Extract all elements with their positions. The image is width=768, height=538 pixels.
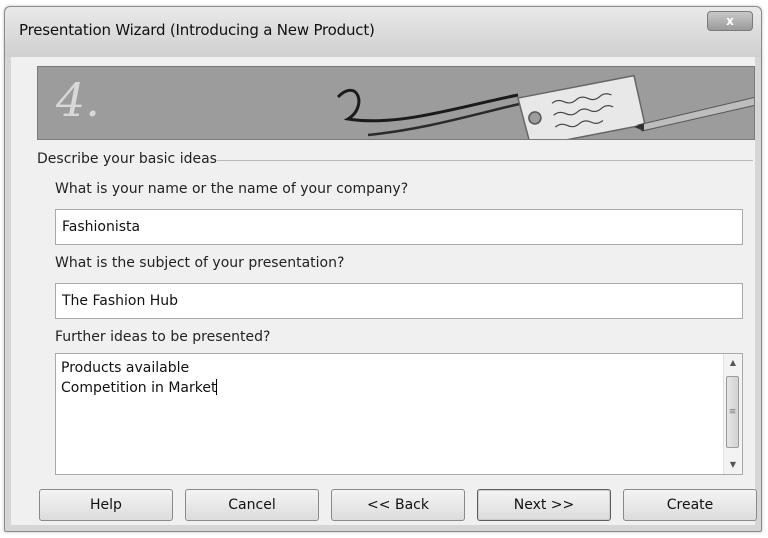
scroll-thumb[interactable]: ≡ — [726, 376, 739, 448]
close-icon: x — [726, 14, 734, 28]
help-button[interactable]: Help — [39, 489, 173, 521]
scroll-up-arrow-icon[interactable]: ▲ — [724, 354, 742, 372]
window-title: Presentation Wizard (Introducing a New P… — [19, 21, 375, 39]
wizard-banner: 4. — [37, 66, 755, 140]
create-button[interactable]: Create — [623, 489, 757, 521]
vertical-scrollbar[interactable]: ▲ ≡ ▼ — [723, 354, 742, 474]
tag-illustration — [38, 67, 754, 139]
cancel-button[interactable]: Cancel — [185, 489, 319, 521]
back-button[interactable]: << Back — [331, 489, 465, 521]
group-divider — [217, 160, 753, 161]
subject-input[interactable]: The Fashion Hub — [55, 283, 743, 319]
ideas-textarea[interactable]: Products available Competition in Market… — [55, 353, 743, 475]
wizard-client-area: 4. Describe your basic ideas What is you… — [11, 57, 757, 525]
step-number: 4. — [56, 73, 100, 127]
subject-label: What is the subject of your presentation… — [55, 255, 345, 271]
next-button-label: Next >> — [513, 497, 575, 513]
create-button-label: Create — [666, 497, 714, 513]
ideas-label: Further ideas to be presented? — [55, 329, 271, 345]
next-button[interactable]: Next >> — [477, 489, 611, 521]
ideas-line-2: Competition in Market — [61, 379, 218, 396]
scroll-down-arrow-icon[interactable]: ▼ — [724, 456, 742, 474]
help-button-label: Help — [90, 497, 122, 513]
name-input[interactable]: Fashionista — [55, 209, 743, 245]
wizard-window: Presentation Wizard (Introducing a New P… — [4, 6, 762, 532]
ideas-line-1: Products available — [61, 360, 190, 376]
text-caret — [216, 379, 218, 395]
group-label: Describe your basic ideas — [37, 151, 223, 167]
scroll-grip-icon: ≡ — [728, 407, 737, 417]
cancel-button-label: Cancel — [228, 497, 276, 513]
back-button-label: << Back — [367, 497, 429, 513]
close-button[interactable]: x — [707, 11, 753, 31]
name-label: What is your name or the name of your co… — [55, 181, 409, 197]
title-bar[interactable]: Presentation Wizard (Introducing a New P… — [5, 7, 761, 57]
